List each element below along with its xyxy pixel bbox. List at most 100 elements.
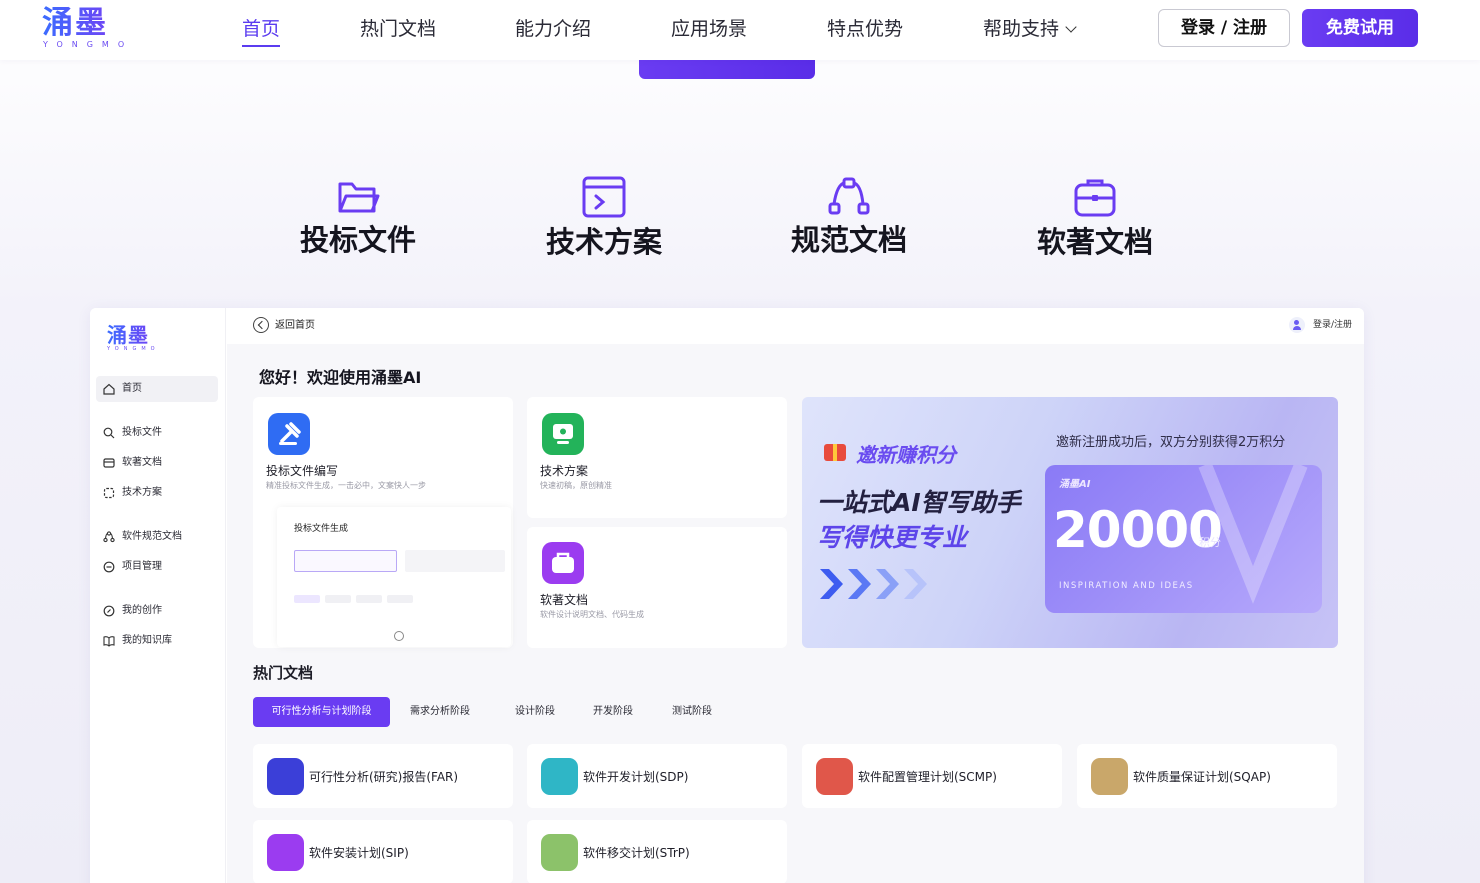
doc-title: 软件安装计划(SIP) — [309, 846, 409, 860]
app-preview: 涌墨 YONGMO 首页 投标文件 软著文档 技术方案 软件规范文档 项目管理 — [90, 308, 1364, 883]
brand-name: 涌墨 — [42, 6, 124, 40]
back-home-link[interactable]: 返回首页 — [253, 317, 315, 334]
install-icon — [267, 834, 304, 871]
report-icon — [267, 758, 304, 795]
sidebar-item-label: 软件规范文档 — [122, 531, 182, 542]
dashed-doc-icon — [103, 487, 115, 499]
doc-title: 软件移交计划(STrP) — [583, 846, 690, 860]
bid-generator-preview: 投标文件生成 — [277, 507, 511, 647]
preview-input — [294, 550, 397, 572]
hot-docs-heading: 热门文档 — [253, 664, 314, 682]
home-icon — [103, 383, 115, 395]
doc-card-scmp[interactable]: 软件配置管理计划(SCMP) — [802, 744, 1062, 808]
category-copyright-docs[interactable]: 软著文档 — [1025, 176, 1165, 262]
points-unit: 积分 — [1199, 536, 1221, 549]
sidebar-item-knowledge-base[interactable]: 我的知识库 — [96, 628, 218, 654]
category-label: 软著文档 — [1036, 225, 1153, 259]
shield-icon — [1091, 758, 1128, 795]
free-trial-button[interactable]: 免费试用 — [1302, 9, 1418, 47]
banner-note: 邀新注册成功后，双方分别获得2万积分 — [1056, 435, 1286, 450]
doc-card-sqap[interactable]: 软件质量保证计划(SQAP) — [1077, 744, 1337, 808]
card-title: 投标文件编写 — [266, 464, 339, 478]
card-description: 软件设计说明文档、代码生成 — [540, 610, 644, 619]
sidebar-item-label: 我的创作 — [122, 605, 162, 616]
sidebar-item-spec-docs[interactable]: 软件规范文档 — [96, 524, 218, 550]
sidebar: 涌墨 YONGMO 首页 投标文件 软著文档 技术方案 软件规范文档 项目管理 — [90, 308, 226, 883]
ticket-tagline: INSPIRATION AND IDEAS — [1059, 581, 1194, 591]
nav-home[interactable]: 首页 — [242, 16, 281, 47]
preview-field — [405, 550, 505, 572]
project-icon — [103, 561, 115, 573]
vector-nodes-icon — [103, 531, 115, 543]
card-description: 快速初稿，原创精准 — [540, 481, 612, 490]
preview-chip — [325, 595, 351, 603]
card-icon — [103, 458, 115, 468]
briefcase-icon — [1074, 179, 1116, 217]
doc-title: 软件开发计划(SDP) — [583, 770, 689, 784]
nav-advantages[interactable]: 特点优势 — [827, 16, 903, 42]
config-plan-icon — [816, 758, 853, 795]
tab-design[interactable]: 设计阶段 — [505, 697, 565, 727]
chevron-arrows-icon — [820, 569, 927, 599]
upload-icon — [394, 631, 404, 641]
doc-card-sdp[interactable]: 软件开发计划(SDP) — [527, 744, 787, 808]
nav-scenarios[interactable]: 应用场景 — [671, 16, 747, 42]
preview-chip — [387, 595, 413, 603]
nav-hot-docs[interactable]: 热门文档 — [360, 16, 436, 42]
card-description: 精准投标文件生成，一击必中，文案快人一步 — [266, 481, 426, 490]
welcome-heading: 您好！欢迎使用涌墨AI — [259, 368, 422, 387]
sidebar-logo[interactable]: 涌墨 YONGMO — [107, 324, 160, 353]
banner-subheadline: 写得快更专业 — [817, 523, 968, 552]
login-register-button[interactable]: 登录 / 注册 — [1158, 9, 1290, 47]
sidebar-item-label: 我的知识库 — [122, 635, 172, 646]
sidebar-item-tech-plan[interactable]: 技术方案 — [96, 480, 218, 506]
doc-card-strp[interactable]: 软件移交计划(STrP) — [527, 820, 787, 883]
feature-card-tech[interactable]: 技术方案 快速初稿，原创精准 — [527, 397, 787, 518]
gavel-icon — [268, 413, 310, 455]
doc-card-far[interactable]: 可行性分析(研究)报告(FAR) — [253, 744, 513, 808]
sidebar-item-label: 软著文档 — [122, 457, 162, 468]
feature-card-bid[interactable]: 投标文件编写 精准投标文件生成，一击必中，文案快人一步 投标文件生成 — [253, 397, 513, 648]
feature-card-copyright[interactable]: 软著文档 软件设计说明文档、代码生成 — [527, 527, 787, 648]
gift-icon — [824, 444, 846, 461]
category-spec-docs[interactable]: 规范文档 — [779, 176, 919, 260]
vector-nodes-icon — [828, 177, 870, 215]
card-title: 软著文档 — [540, 593, 589, 607]
ticket-brand-tag: 涌墨AI — [1059, 479, 1091, 490]
search-doc-icon — [103, 427, 115, 439]
banner-headline: 一站式AI智写助手 — [817, 488, 1021, 517]
user-login-link[interactable]: 登录/注册 — [1288, 317, 1352, 333]
sidebar-item-copyright[interactable]: 软著文档 — [96, 450, 218, 476]
brand-logo[interactable]: 涌墨 YONGMO — [42, 6, 124, 50]
category-tech-plan[interactable]: 技术方案 — [534, 176, 674, 262]
user-login-label: 登录/注册 — [1312, 320, 1352, 330]
doc-title: 软件质量保证计划(SQAP) — [1133, 770, 1271, 784]
tab-testing[interactable]: 测试阶段 — [662, 697, 722, 727]
invite-promo-banner[interactable]: 邀新赚积分 邀新注册成功后，双方分别获得2万积分 一站式AI智写助手 写得快更专… — [802, 397, 1338, 648]
main-content: 返回首页 登录/注册 您好！欢迎使用涌墨AI 投标文件编写 精准投标文件生成，一… — [227, 308, 1364, 883]
card-title: 技术方案 — [540, 464, 589, 478]
edit-circle-icon — [103, 605, 115, 617]
briefcase-icon — [542, 542, 584, 584]
brand-subtitle: YONGMO — [43, 40, 134, 49]
tab-requirements[interactable]: 需求分析阶段 — [403, 697, 477, 727]
sidebar-item-my-creations[interactable]: 我的创作 — [96, 598, 218, 624]
dev-plan-icon — [541, 758, 578, 795]
nav-capabilities[interactable]: 能力介绍 — [515, 16, 591, 42]
doc-card-sip[interactable]: 软件安装计划(SIP) — [253, 820, 513, 883]
app-topbar: 返回首页 登录/注册 — [227, 308, 1364, 344]
sidebar-item-home[interactable]: 首页 — [96, 376, 218, 402]
nav-help[interactable]: 帮助支持 — [983, 16, 1077, 42]
tab-development[interactable]: 开发阶段 — [583, 697, 643, 727]
banner-invite-title: 邀新赚积分 — [856, 443, 956, 467]
sidebar-item-projects[interactable]: 项目管理 — [96, 554, 218, 580]
category-bid-docs[interactable]: 投标文件 — [288, 176, 428, 260]
sidebar-item-label: 投标文件 — [122, 427, 162, 438]
tab-feasibility[interactable]: 可行性分析与计划阶段 — [253, 697, 390, 727]
nav-help-label: 帮助支持 — [983, 18, 1060, 40]
category-label: 投标文件 — [299, 223, 416, 257]
category-label: 规范文档 — [790, 223, 907, 257]
sidebar-item-bid-docs[interactable]: 投标文件 — [96, 420, 218, 446]
monitor-icon — [542, 413, 584, 455]
category-label: 技术方案 — [545, 225, 662, 259]
